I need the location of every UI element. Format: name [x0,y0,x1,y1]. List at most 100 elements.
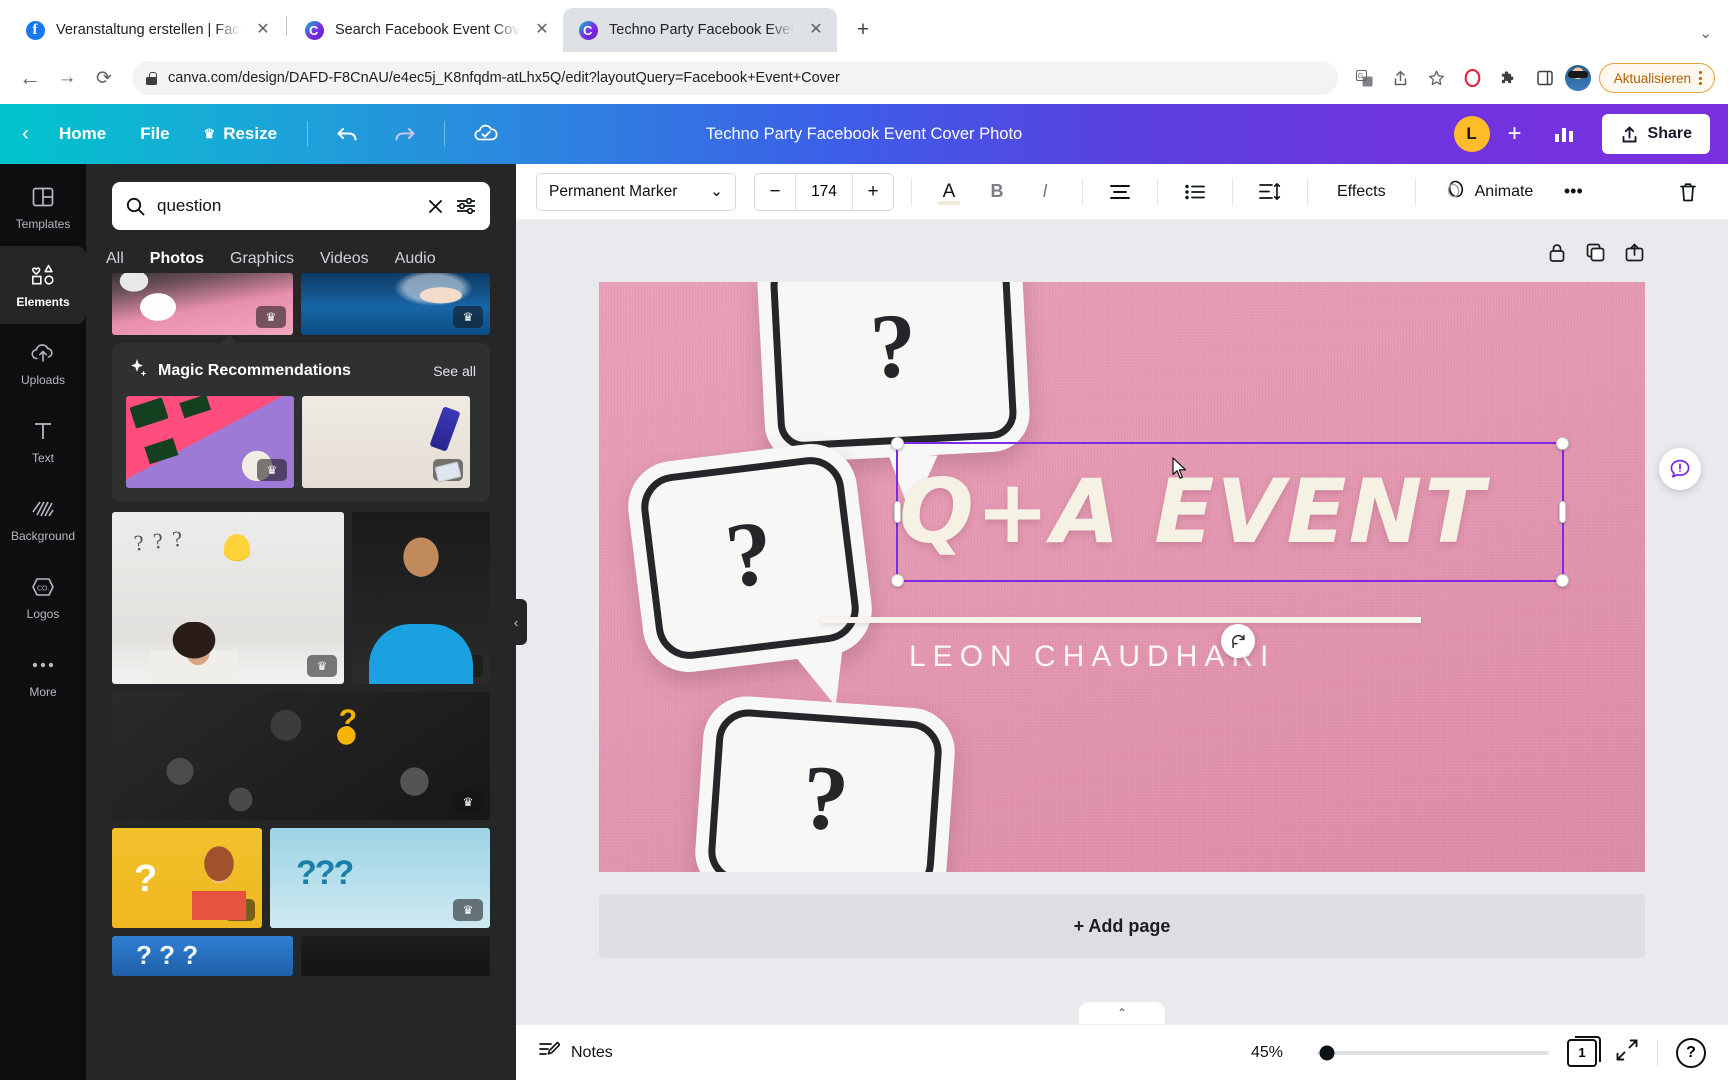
line-spacing-icon[interactable] [1250,172,1290,212]
duplicate-icon[interactable] [1585,242,1606,268]
lock-icon[interactable] [1547,242,1567,269]
thumb-hand-reaching-blue[interactable]: ♛ [301,273,490,335]
add-page-button[interactable]: + Add page [599,894,1645,958]
thumb-dark-question-marks-yellow[interactable]: ♛ [112,692,490,820]
close-icon[interactable]: ✕ [252,19,274,41]
font-size-value[interactable]: 174 [795,173,853,210]
speech-bubble-top[interactable]: ? [755,282,1032,516]
page-count-badge[interactable]: 1 [1567,1035,1601,1067]
design-subtitle-text[interactable]: LEON CHAUDHARI [909,640,1275,674]
animate-button[interactable]: Animate [1433,172,1546,212]
search-results[interactable]: ♛ ♛ Magic Recommendations See all ♛ ♛ ? … [86,273,516,1080]
translate-icon[interactable]: G [1349,62,1381,94]
sidebar-item-text[interactable]: Text [0,402,86,480]
position-icon[interactable] [1624,242,1645,268]
notes-button[interactable]: Notes [538,1040,613,1065]
sidebar-item-logos[interactable]: CO. Logos [0,558,86,636]
thumb-woman-lightbulb-questions[interactable]: ♛ [112,512,344,684]
browser-tab-1[interactable]: Veranstaltung erstellen | Facebook ✕ [10,8,284,52]
speech-bubble-bottom[interactable]: ? [692,693,958,872]
thumb-question-mark-speech-bubble-pink[interactable]: ♛ [112,273,294,335]
update-button[interactable]: Aktualisieren [1598,63,1715,93]
redo-button[interactable] [379,116,428,152]
rotate-icon[interactable] [1221,624,1255,658]
comment-bubble-icon[interactable] [1659,448,1701,490]
bullet-list-icon[interactable] [1175,172,1215,212]
bookmark-star-icon[interactable] [1421,62,1453,94]
share-icon[interactable] [1385,62,1417,94]
insights-icon[interactable] [1540,115,1588,153]
cloud-saved-icon[interactable] [461,115,511,153]
crown-icon: ♛ [433,459,463,481]
sidepanel-icon[interactable] [1529,62,1561,94]
search-box[interactable] [112,182,490,230]
font-size-increase[interactable]: + [853,174,893,210]
zoom-slider[interactable] [1317,1045,1549,1060]
menu-resize[interactable]: ♛ Resize [190,117,292,151]
design-canvas[interactable]: ? ? ? Q+A EVENT LEON CHAUDHARI [599,282,1645,872]
bold-button[interactable]: B [977,172,1017,212]
italic-button[interactable]: I [1025,172,1065,212]
sidebar-item-templates[interactable]: Templates [0,168,86,246]
menu-file[interactable]: File [126,117,183,151]
effects-button[interactable]: Effects [1325,172,1398,212]
help-button[interactable]: ? [1676,1037,1706,1068]
address-bar[interactable]: canva.com/design/DAFD-F8CnAU/e4ec5j_K8nf… [132,61,1338,95]
thumb-dark-row[interactable] [301,936,490,976]
user-avatar[interactable]: L [1453,116,1490,152]
back-to-home-icon[interactable]: ‹ [18,122,39,146]
sidebar-item-uploads[interactable]: Uploads [0,324,86,402]
chrome-menu-icon[interactable] [1699,71,1702,85]
puzzle-extension-icon[interactable] [1493,62,1525,94]
see-all-link[interactable]: See all [433,363,476,379]
browser-tab-3[interactable]: Techno Party Facebook Event C ✕ [563,8,837,52]
font-family-select[interactable]: Permanent Marker ⌄ [536,172,736,211]
canvas-area[interactable]: ? ? ? Q+A EVENT LEON CHAUDHARI + Add pag… [516,220,1728,1024]
search-icon [126,197,145,216]
thumb-woman-thinking-blue-shirt[interactable]: ♛ [352,512,490,684]
more-options-button[interactable]: ••• [1553,172,1593,212]
browser-tab-2[interactable]: Search Facebook Event Cover - ✕ [289,8,563,52]
sidebar-item-background[interactable]: Background [0,480,86,558]
text-color-button[interactable]: A [929,172,969,212]
close-icon[interactable] [427,198,444,215]
resize-handle-middle-right[interactable] [1559,501,1566,523]
collapse-panel-button[interactable]: ‹ [505,599,527,645]
expand-panel-handle[interactable]: ⌃ [1079,1002,1165,1024]
trash-icon[interactable] [1668,172,1708,212]
zoom-slider-knob[interactable] [1319,1045,1335,1060]
design-heading-text[interactable]: Q+A EVENT [899,460,1486,563]
toolbar-divider-6 [1414,177,1416,206]
chevron-down-icon[interactable]: ⌄ [1699,24,1712,42]
share-label: Share [1647,125,1692,142]
forward-button[interactable]: → [50,61,84,95]
add-collaborator-button[interactable]: + [1504,120,1526,148]
thumb-usb-drive-beige[interactable]: ♛ [302,396,470,488]
reload-button[interactable]: ⟳ [87,61,121,95]
resize-handle-top-right[interactable] [1556,437,1569,450]
opera-extension-icon[interactable] [1457,62,1489,94]
share-button[interactable]: Share [1601,114,1710,154]
speech-bubble-middle-left[interactable]: ? [622,438,878,712]
font-size-decrease[interactable]: − [755,174,795,210]
font-size-stepper[interactable]: − 174 + [754,172,894,211]
sidebar-item-more[interactable]: More [0,636,86,714]
sidebar-item-elements[interactable]: Elements [0,246,86,324]
thumb-blue-3d-question-marks[interactable]: ♛ [270,828,490,928]
fullscreen-icon[interactable] [1615,1038,1639,1067]
close-icon[interactable]: ✕ [805,19,827,41]
thumb-cassette-tapes-pink[interactable]: ♛ [126,396,294,488]
close-icon[interactable]: ✕ [531,19,553,41]
resize-handle-bottom-right[interactable] [1556,574,1569,587]
thumb-woman-yellow-background[interactable]: ♛ [112,828,262,928]
filters-icon[interactable] [456,197,476,215]
resize-handle-bottom-left[interactable] [891,574,904,587]
avatar[interactable] [1564,65,1591,91]
new-tab-button[interactable]: + [847,14,879,46]
thumb-blue-question-row[interactable] [112,936,294,976]
menu-home[interactable]: Home [45,117,120,151]
back-button[interactable]: ← [13,61,47,95]
align-center-icon[interactable] [1100,172,1140,212]
search-input[interactable] [157,196,415,216]
undo-button[interactable] [324,116,373,152]
